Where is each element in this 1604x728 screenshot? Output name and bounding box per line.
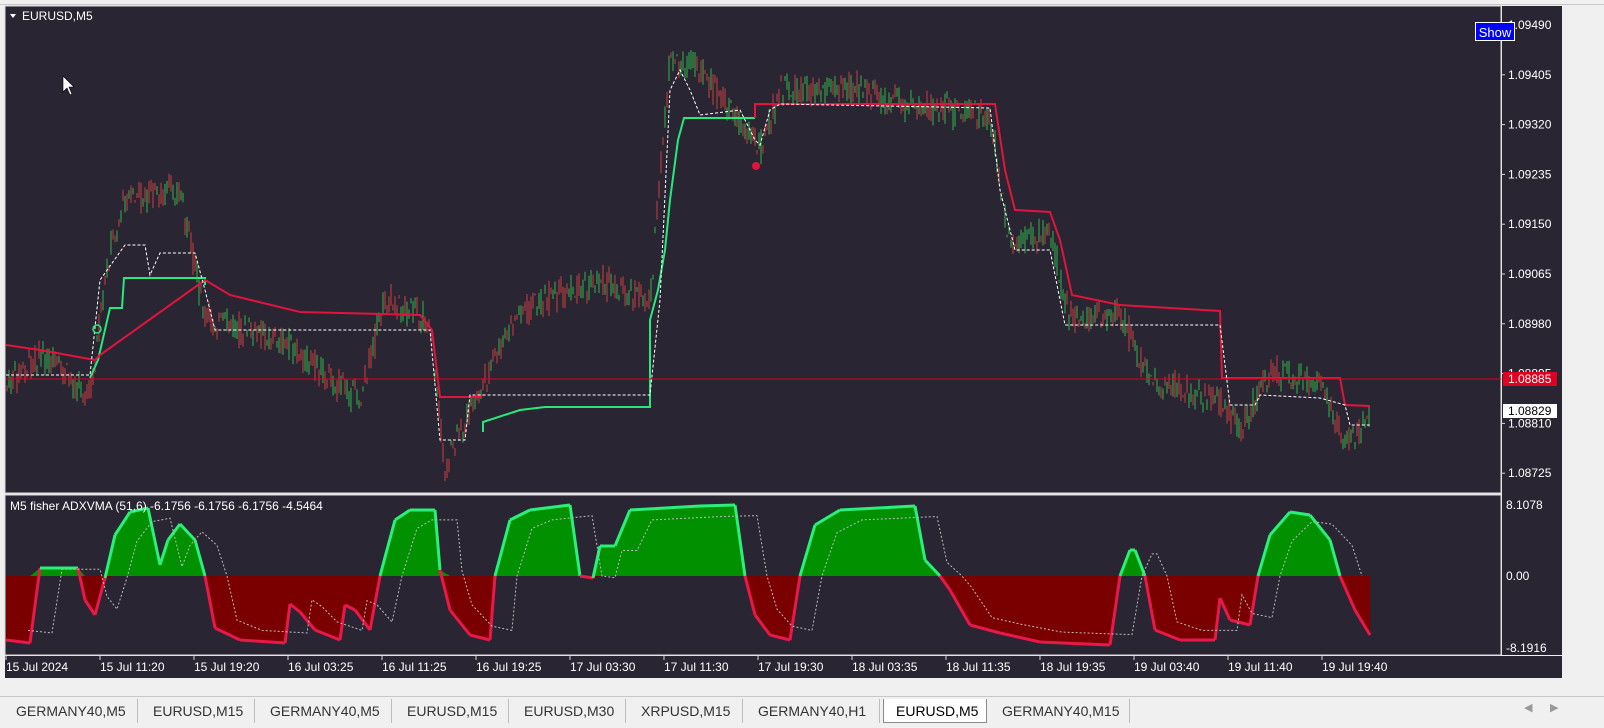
chart-tab[interactable]: GERMANY40,M15 — [990, 699, 1130, 723]
time-tick-label: 16 Jul 11:25 — [382, 660, 447, 674]
price-tick-label: 1.08725 — [1508, 466, 1552, 480]
price-tick-label: 1.09065 — [1508, 267, 1552, 281]
tab-scroll-left-icon[interactable]: ◀ — [1524, 701, 1532, 714]
show-button[interactable]: Show — [1475, 22, 1515, 41]
indicator-label: M5 fisher ADXVMA (51,6) -6.1756 -6.1756 … — [10, 499, 323, 513]
price-tick-label: 1.08810 — [1508, 416, 1552, 430]
chart-tabs-bar: GERMANY40,M5 EURUSD,M15 GERMANY40,M5 EURUSD… — [0, 696, 1604, 728]
price-tick-label: 1.09405 — [1508, 68, 1552, 82]
price-tick-label: 1.09150 — [1508, 217, 1552, 231]
price-tick-label: 1.08980 — [1508, 317, 1552, 331]
time-tick-label: 19 Jul 03:40 — [1134, 660, 1200, 674]
tab-scroll-right-icon[interactable]: ▶ — [1550, 701, 1558, 714]
time-tick-label: 16 Jul 03:25 — [288, 660, 354, 674]
time-tick-label: 15 Jul 2024 — [6, 660, 68, 674]
price-tick-label: 1.09320 — [1508, 118, 1552, 132]
chart-area[interactable]: 1.094901.094051.093201.092351.091501.090… — [0, 0, 1604, 694]
time-tick-label: 19 Jul 19:40 — [1322, 660, 1388, 674]
indicator-tick-label: -8.1916 — [1506, 641, 1547, 655]
swing-marker-dot — [752, 162, 760, 170]
chart-tab[interactable]: GERMANY40,M5 — [4, 699, 138, 723]
chart-tab[interactable]: GERMANY40,M5 — [258, 699, 392, 723]
time-tick-label: 17 Jul 03:30 — [570, 660, 636, 674]
chart-tab[interactable]: EURUSD,M15 — [141, 699, 255, 723]
time-tick-label: 15 Jul 19:20 — [194, 660, 260, 674]
time-tick-label: 17 Jul 11:30 — [664, 660, 729, 674]
indicator-tick-label: 0.00 — [1506, 569, 1530, 583]
bid-price-tag-label: 1.08829 — [1508, 404, 1552, 418]
time-tick-label: 18 Jul 11:35 — [946, 660, 1011, 674]
indicator-tick-label: 8.1078 — [1506, 498, 1543, 512]
chart-tab[interactable]: XRPUSD,M15 — [629, 699, 743, 723]
terminal-window: 1.09490 1.09405 1.09320 1.09235 1.09150 1.090… — [0, 0, 1604, 694]
current-price-tag-label: 1.08885 — [1508, 372, 1552, 386]
chart-tab[interactable]: GERMANY40,H1 — [746, 699, 880, 723]
time-tick-label: 16 Jul 19:25 — [476, 660, 542, 674]
main-chart-pane[interactable] — [4, 5, 1502, 494]
time-tick-label: 19 Jul 11:40 — [1228, 660, 1293, 674]
time-tick-label: 18 Jul 19:35 — [1040, 660, 1106, 674]
time-tick-label: 15 Jul 11:20 — [100, 660, 165, 674]
time-tick-label: 17 Jul 19:30 — [758, 660, 824, 674]
chart-tab[interactable]: EURUSD,M30 — [512, 699, 626, 723]
chart-tab[interactable]: EURUSD,M15 — [395, 699, 509, 723]
time-tick-label: 18 Jul 03:35 — [852, 660, 918, 674]
chart-symbol-label: EURUSD,M5 — [22, 9, 93, 23]
chart-tab[interactable]: EURUSD,M5 — [883, 699, 987, 723]
price-tick-label: 1.09235 — [1508, 167, 1552, 181]
